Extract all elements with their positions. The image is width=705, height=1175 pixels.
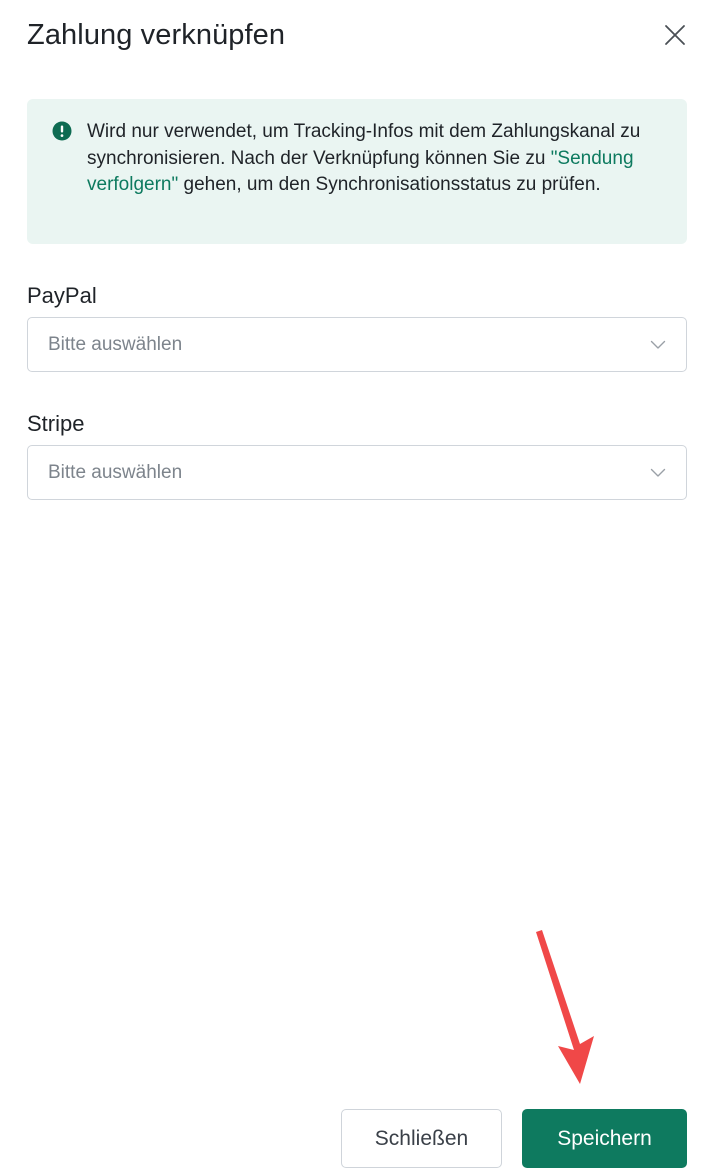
info-notice: Wird nur verwendet, um Tracking-Infos mi… — [27, 99, 687, 244]
paypal-select[interactable]: Bitte auswählen — [27, 317, 687, 372]
notice-text-after: gehen, um den Synchronisationsstatus zu … — [178, 174, 601, 195]
chevron-down-icon — [650, 468, 666, 477]
exclamation-circle-icon — [52, 121, 72, 141]
save-button[interactable]: Speichern — [522, 1109, 687, 1168]
chevron-down-icon — [650, 340, 666, 349]
close-button[interactable] — [661, 21, 689, 49]
paypal-select-placeholder: Bitte auswählen — [48, 333, 183, 355]
paypal-label: PayPal — [27, 283, 97, 308]
stripe-select[interactable]: Bitte auswählen — [27, 445, 687, 500]
notice-text: Wird nur verwendet, um Tracking-Infos mi… — [87, 119, 663, 199]
dialog-footer: Schließen Speichern — [341, 1109, 687, 1168]
link-payment-dialog: Zahlung verknüpfen Wird nur verwendet, u… — [0, 0, 705, 1175]
stripe-label: Stripe — [27, 411, 85, 436]
close-icon — [665, 25, 685, 45]
dialog-title: Zahlung verknüpfen — [27, 18, 286, 51]
stripe-select-placeholder: Bitte auswählen — [48, 461, 183, 483]
red-arrow-annotation — [536, 930, 594, 1084]
close-dialog-button[interactable]: Schließen — [341, 1109, 502, 1168]
dialog-header: Zahlung verknüpfen — [27, 14, 689, 56]
